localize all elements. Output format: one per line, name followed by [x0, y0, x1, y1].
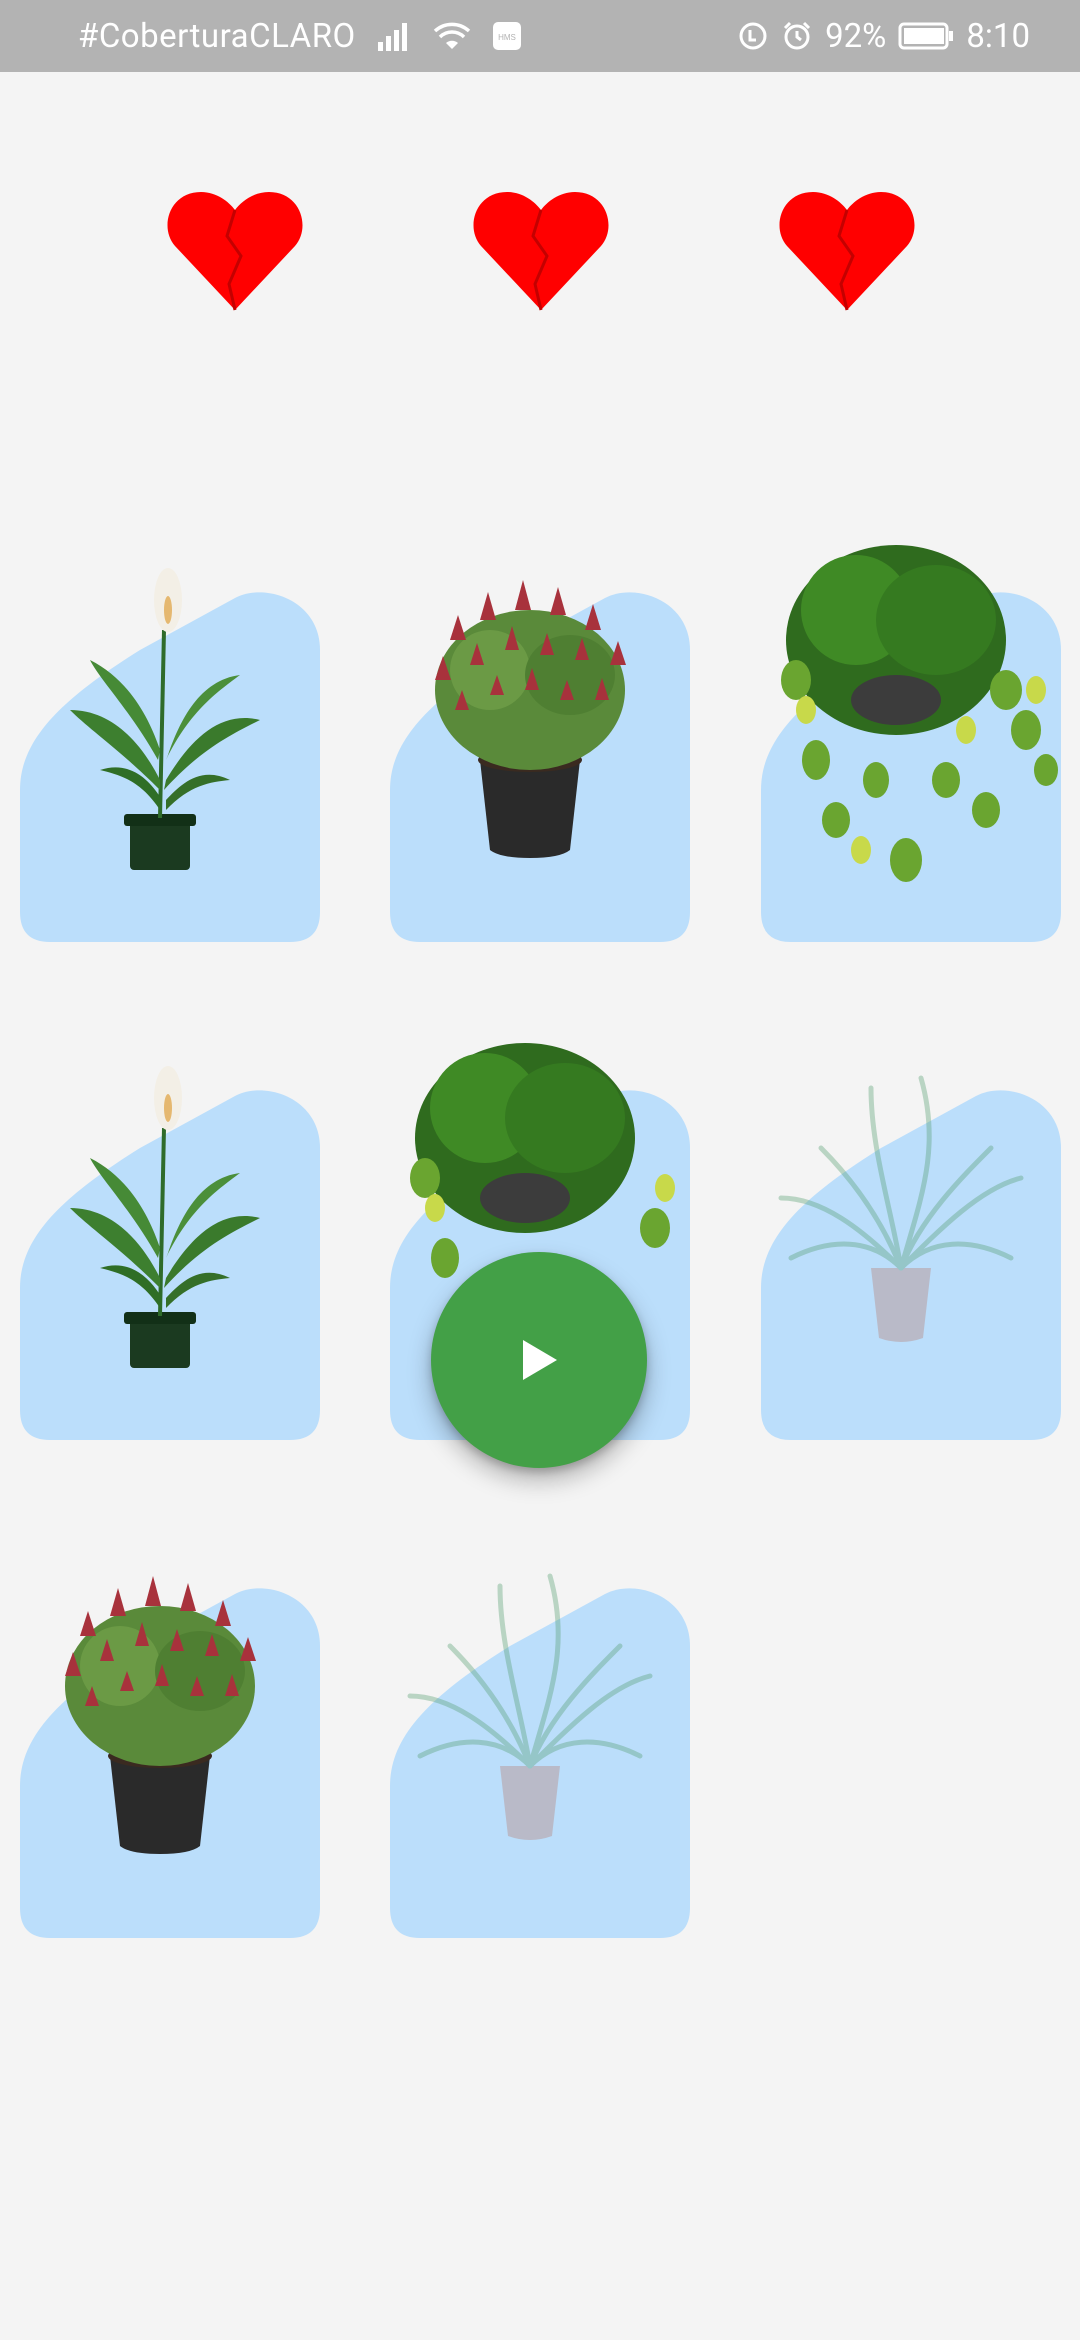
broken-heart-icon — [777, 184, 917, 314]
plant-card-peace-lily[interactable] — [20, 1066, 320, 1440]
broken-heart-icon — [165, 184, 305, 314]
signal-icon — [376, 20, 412, 52]
wifi-icon — [432, 20, 472, 52]
spider-plant-image — [778, 1075, 1024, 1342]
play-icon — [523, 1340, 557, 1380]
pothos-image — [781, 545, 1058, 882]
play-button[interactable] — [431, 1252, 647, 1468]
plant-card-pothos[interactable] — [761, 545, 1061, 942]
broken-heart-icon — [471, 184, 611, 314]
peace-lily-image — [70, 568, 260, 870]
peace-lily-image — [70, 1066, 260, 1368]
data-saver-icon — [737, 20, 769, 52]
battery-percent: 92% — [825, 16, 887, 56]
carrier-label: #CoberturaCLARO — [78, 16, 356, 56]
plant-card-christmas-cactus[interactable] — [390, 580, 690, 942]
plant-card-spider-plant[interactable] — [390, 1573, 690, 1938]
alarm-icon — [781, 20, 813, 52]
hms-icon: HMS — [492, 21, 522, 51]
battery-icon — [898, 21, 954, 51]
plant-card-christmas-cactus[interactable] — [20, 1576, 320, 1938]
plant-card-spider-plant[interactable] — [761, 1075, 1061, 1440]
svg-text:HMS: HMS — [498, 33, 516, 42]
christmas-cactus-image — [65, 1576, 256, 1854]
spider-plant-image — [407, 1573, 653, 1840]
clock: 8:10 — [966, 16, 1030, 56]
status-bar: #CoberturaCLARO HMS 92% 8:10 — [0, 0, 1080, 72]
christmas-cactus-image — [435, 580, 626, 858]
plant-card-peace-lily[interactable] — [20, 568, 320, 942]
